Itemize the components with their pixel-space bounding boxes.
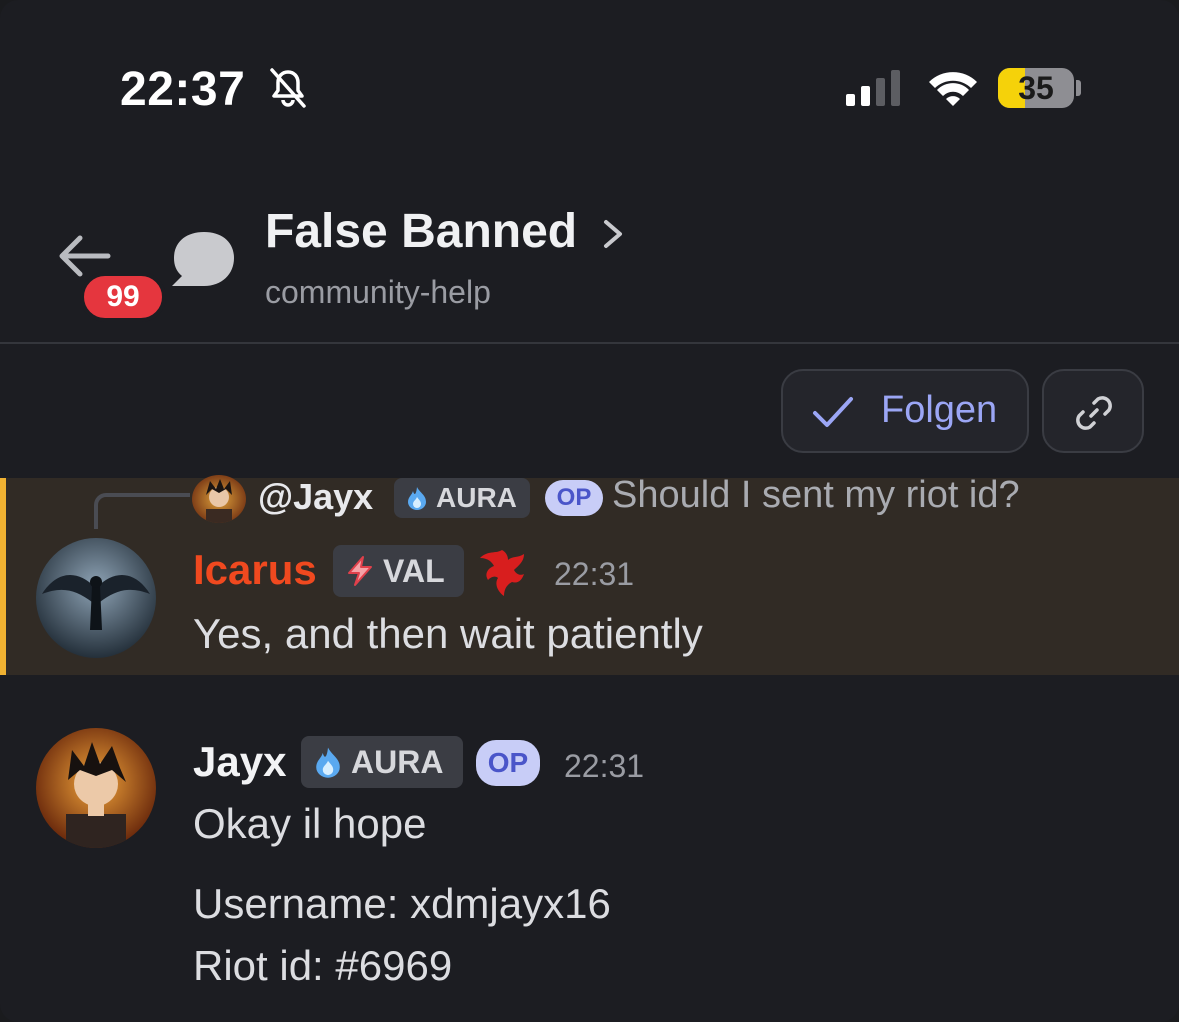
jayx-message-riot-id: Riot id: #6969 (193, 942, 453, 989)
mention-highlight-bar (0, 478, 6, 675)
chat-bubble-icon (172, 232, 234, 286)
battery-percent: 35 (1018, 69, 1054, 106)
battery-icon: 35 (998, 68, 1074, 108)
reply-op-badge: OP (545, 480, 603, 516)
thread-title[interactable]: False Banned (265, 204, 577, 259)
wifi-icon (929, 72, 977, 106)
reply-connector (94, 493, 190, 529)
bell-slash-icon (270, 68, 306, 108)
icarus-author-name[interactable]: Icarus (193, 546, 317, 594)
battery-nub (1076, 80, 1081, 96)
reply-author-avatar[interactable] (192, 475, 246, 523)
follow-label: Folgen (881, 389, 998, 431)
message-timestamp: 22:31 (564, 748, 645, 784)
status-time: 22:37 (120, 63, 246, 116)
reply-tag-label: AURA (436, 482, 517, 513)
follow-button[interactable]: Folgen (781, 369, 1029, 453)
val-tag: VAL (333, 545, 464, 597)
jayx-avatar[interactable] (36, 728, 156, 848)
lightning-icon (348, 556, 372, 586)
reply-preview-text[interactable]: Should I sent my riot id? (612, 474, 1020, 517)
copy-link-button[interactable] (1042, 369, 1144, 453)
flame-icon (408, 487, 426, 510)
val-tag-label: VAL (383, 552, 445, 589)
aura-tag: AURA (301, 736, 463, 788)
link-icon (1076, 396, 1112, 430)
app-screen: 22:37 35 99 False Banned community-help (0, 0, 1179, 1022)
op-badge: OP (476, 740, 540, 786)
jayx-message-username: Username: xdmjayx16 (193, 880, 611, 927)
unread-count-badge: 99 (80, 272, 166, 322)
aura-tag-label: AURA (351, 743, 444, 780)
flame-icon (316, 747, 340, 778)
checkmark-icon (813, 397, 853, 427)
channel-name: community-help (265, 274, 491, 310)
header-divider (0, 342, 1179, 344)
icarus-message-text: Yes, and then wait patiently (193, 610, 703, 657)
reply-author-name[interactable]: @Jayx (258, 476, 373, 518)
reply-aura-tag: AURA (394, 478, 530, 518)
chevron-right-icon[interactable] (600, 216, 626, 252)
jayx-message-text: Okay il hope (193, 800, 427, 847)
message-timestamp: 22:31 (554, 556, 635, 592)
dragon-icon (480, 550, 524, 596)
icarus-avatar[interactable] (36, 538, 156, 658)
cellular-signal-icon (846, 70, 900, 106)
jayx-author-name[interactable]: Jayx (193, 738, 286, 786)
